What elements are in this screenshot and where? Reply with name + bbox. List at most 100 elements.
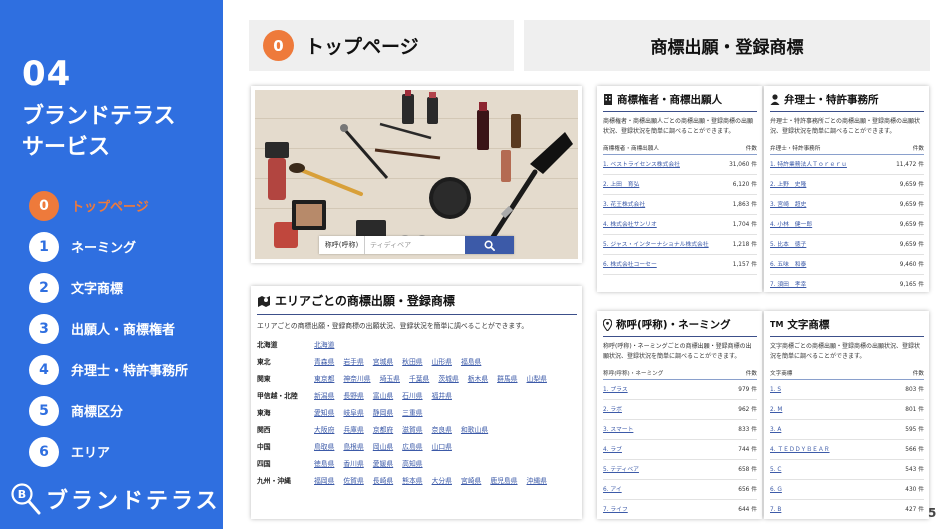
list-item-link[interactable]: 2. 上野 史隆 <box>770 181 806 190</box>
list-item-link[interactable]: 1. プラス <box>603 386 628 395</box>
owner-list: 1. ベストライセンス株式会社 31,060 件 2. 上田 育弘 6,120 件 3.… <box>603 155 757 275</box>
prefecture-link[interactable]: 神奈川県 <box>343 373 370 383</box>
prefecture-link[interactable]: 新潟県 <box>314 390 334 400</box>
prefecture-link[interactable]: 長野県 <box>343 390 363 400</box>
prefecture-link[interactable]: 福島県 <box>461 356 481 366</box>
list-item-link[interactable]: 4. 小林 健一郎 <box>770 221 812 230</box>
list-item-link[interactable]: 1. ベストライセンス株式会社 <box>603 161 680 170</box>
list-item-link[interactable]: 1. 特許業務法人Ｔｏｒｅｒｕ <box>770 161 847 170</box>
prefecture-link[interactable]: 宮崎県 <box>461 475 481 485</box>
list-item-link[interactable]: 2. M <box>770 406 782 415</box>
prefecture-link[interactable]: 徳島県 <box>314 458 334 468</box>
prefecture-link[interactable]: 高知県 <box>402 458 422 468</box>
prefecture-link[interactable]: 岐阜県 <box>343 407 363 417</box>
list-item-link[interactable]: 4. ラブ <box>603 446 622 455</box>
sidebar-item-naming[interactable]: 1 ネーミング <box>29 226 219 267</box>
sidebar-item-top-page[interactable]: 0 トップページ <box>29 185 219 226</box>
list-item-link[interactable]: 4. ＴＥＤＤＹＢＥＡＲ <box>770 446 830 455</box>
prefecture-link[interactable]: 大分県 <box>432 475 452 485</box>
list-item-link[interactable]: 3. 宮崎 超史 <box>770 201 806 210</box>
area-row: 東海 愛知県 岐阜県 静岡県 三重県 <box>257 407 577 417</box>
area-row: 四国 徳島県 香川県 愛媛県 高知県 <box>257 458 577 468</box>
map-icon <box>257 294 271 307</box>
list-item: 7. B 427 件 <box>770 500 924 519</box>
prefecture-link[interactable]: 秋田県 <box>402 356 422 366</box>
list-item-link[interactable]: 3. スマート <box>603 426 633 435</box>
prefecture-link[interactable]: 愛知県 <box>314 407 334 417</box>
list-item-link[interactable]: 5. 比本 徳子 <box>770 241 806 250</box>
list-item-count: 962 件 <box>738 407 757 413</box>
prefecture-link[interactable]: 東京都 <box>314 373 334 383</box>
prefecture-link[interactable]: 広島県 <box>402 441 422 451</box>
list-item-count: 427 件 <box>905 507 924 513</box>
prefecture-link[interactable]: 福岡県 <box>314 475 334 485</box>
search-button[interactable] <box>465 236 514 254</box>
list-item-link[interactable]: 6. 株式会社コーセー <box>603 261 657 270</box>
prefecture-link[interactable]: 埼玉県 <box>380 373 400 383</box>
prefecture-link[interactable]: 沖縄県 <box>527 475 547 485</box>
list-item-count: 1,704 件 <box>732 222 757 228</box>
prefecture-link[interactable]: 熊本県 <box>402 475 422 485</box>
sidebar-item-area[interactable]: 6 エリア <box>29 431 219 472</box>
prefecture-link[interactable]: 静岡県 <box>373 407 393 417</box>
prefecture-link[interactable]: 長崎県 <box>373 475 393 485</box>
sidebar-item-word-mark[interactable]: 2 文字商標 <box>29 267 219 308</box>
prefecture-link[interactable]: 北海道 <box>314 339 334 349</box>
sidebar-item-class[interactable]: 5 商標区分 <box>29 390 219 431</box>
prefecture-link[interactable]: 滋賀県 <box>402 424 422 434</box>
list-item-link[interactable]: 5. ジャス・インターナショナル株式会社 <box>603 241 709 250</box>
prefecture-link[interactable]: 佐賀県 <box>343 475 363 485</box>
prefecture-link[interactable]: 青森県 <box>314 356 334 366</box>
list-item-link[interactable]: 7. 須田 孝幸 <box>770 281 806 290</box>
prefecture-link[interactable]: 石川県 <box>402 390 422 400</box>
owner-col-count[interactable]: 件数 <box>746 144 757 152</box>
prefecture-link[interactable]: 富山県 <box>373 390 393 400</box>
prefecture-link[interactable]: 鳥取県 <box>314 441 334 451</box>
prefecture-link[interactable]: 岩手県 <box>343 356 363 366</box>
prefecture-link[interactable]: 三重県 <box>402 407 422 417</box>
prefecture-link[interactable]: 島根県 <box>343 441 363 451</box>
prefecture-link[interactable]: 京都府 <box>373 424 393 434</box>
prefecture-link[interactable]: 岡山県 <box>373 441 393 451</box>
prefecture-link[interactable]: 奈良県 <box>432 424 452 434</box>
list-item-link[interactable]: 7. ライフ <box>603 506 628 515</box>
list-item-link[interactable]: 6. G <box>770 486 782 495</box>
prefecture-link[interactable]: 山形県 <box>432 356 452 366</box>
search-input[interactable]: ティディベア <box>365 236 465 254</box>
prefecture-link[interactable]: 福井県 <box>432 390 452 400</box>
header-title: トップページ <box>305 36 419 58</box>
prefecture-link[interactable]: 鹿児島県 <box>490 475 517 485</box>
sidebar-item-attorney[interactable]: 4 弁理士・特許事務所 <box>29 349 219 390</box>
prefecture-link[interactable]: 山口県 <box>432 441 452 451</box>
list-item-link[interactable]: 6. アイ <box>603 486 622 495</box>
prefecture-link[interactable]: 香川県 <box>343 458 363 468</box>
list-item-link[interactable]: 2. 上田 育弘 <box>603 181 639 190</box>
list-item-link[interactable]: 1. S <box>770 386 781 395</box>
list-item-link[interactable]: 5. C <box>770 466 781 475</box>
word-mark-col-count[interactable]: 件数 <box>913 369 924 377</box>
brand-magnifier-icon: B <box>11 483 41 515</box>
list-item-link[interactable]: 4. 株式会社サンリオ <box>603 221 657 230</box>
prefecture-link[interactable]: 栃木県 <box>468 373 488 383</box>
attorney-col-count[interactable]: 件数 <box>913 144 924 152</box>
prefecture-link[interactable]: 千葉県 <box>409 373 429 383</box>
list-item-link[interactable]: 2. ラボ <box>603 406 622 415</box>
prefecture-link[interactable]: 兵庫県 <box>343 424 363 434</box>
list-item: 5. ジャス・インターナショナル株式会社 1,218 件 <box>603 235 757 255</box>
list-item-link[interactable]: 3. A <box>770 426 781 435</box>
sidebar-item-applicant[interactable]: 3 出願人・商標権者 <box>29 308 219 349</box>
prefecture-link[interactable]: 山梨県 <box>527 373 547 383</box>
prefecture-link[interactable]: 大阪府 <box>314 424 334 434</box>
prefecture-link[interactable]: 愛媛県 <box>373 458 393 468</box>
list-item-link[interactable]: 5. テディベア <box>603 466 639 475</box>
prefecture-link[interactable]: 和歌山県 <box>461 424 488 434</box>
search-type-select[interactable]: 称呼(呼称) <box>319 236 365 254</box>
list-item-link[interactable]: 3. 花王株式会社 <box>603 201 645 210</box>
prefecture-link[interactable]: 群馬県 <box>497 373 517 383</box>
prefecture-link[interactable]: 宮城県 <box>373 356 393 366</box>
list-item-link[interactable]: 6. 五味 和泰 <box>770 261 806 270</box>
prefecture-link[interactable]: 茨城県 <box>438 373 458 383</box>
naming-col-count[interactable]: 件数 <box>746 369 757 377</box>
list-item-link[interactable]: 7. B <box>770 506 781 515</box>
list-item: 3. スマート 833 件 <box>603 420 757 440</box>
